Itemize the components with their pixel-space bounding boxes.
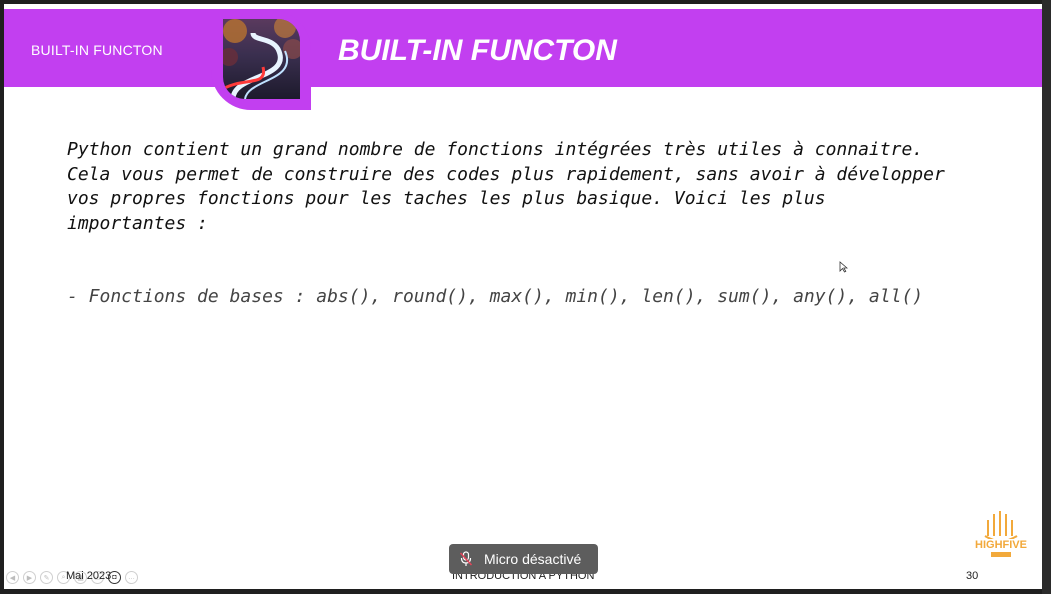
title-banner: BUILT-IN FUNCTON BUILT-IN FUNCTON — [4, 9, 1042, 87]
logo-text: HIGHFIVE — [975, 539, 1027, 551]
pen-icon[interactable]: ✎ — [40, 571, 53, 584]
light-trail-image — [223, 19, 300, 99]
slide-title: BUILT-IN FUNCTON — [338, 34, 617, 67]
intro-paragraph: Python contient un grand nombre de fonct… — [67, 139, 945, 234]
window-edge — [1042, 0, 1051, 594]
next-slide-button[interactable]: ▶ — [23, 571, 36, 584]
toast-label: Micro désactivé — [484, 551, 582, 567]
highfive-logo: HIGHFIVE — [970, 506, 1032, 566]
previous-slide-button[interactable]: ◀ — [6, 571, 19, 584]
slide: BUILT-IN FUNCTON BUILT-IN FUNCTON Python… — [4, 4, 1042, 589]
footer-date: Mai 2023 — [66, 570, 112, 582]
slide-number: 30 — [966, 570, 979, 582]
microphone-muted-toast: Micro désactivé — [449, 544, 598, 574]
builtin-functions-list-item: - Fonctions de bases : abs(), round(), m… — [67, 286, 924, 307]
highfive-logo-mark: HIGHFIVE — [972, 511, 1030, 557]
mouse-cursor-icon — [839, 261, 848, 273]
photo-frame — [211, 10, 311, 110]
more-options-icon[interactable]: … — [125, 571, 138, 584]
mic-off-icon — [459, 551, 473, 566]
light-trail-photo — [223, 19, 300, 99]
banner-section-label: BUILT-IN FUNCTON — [31, 42, 163, 58]
